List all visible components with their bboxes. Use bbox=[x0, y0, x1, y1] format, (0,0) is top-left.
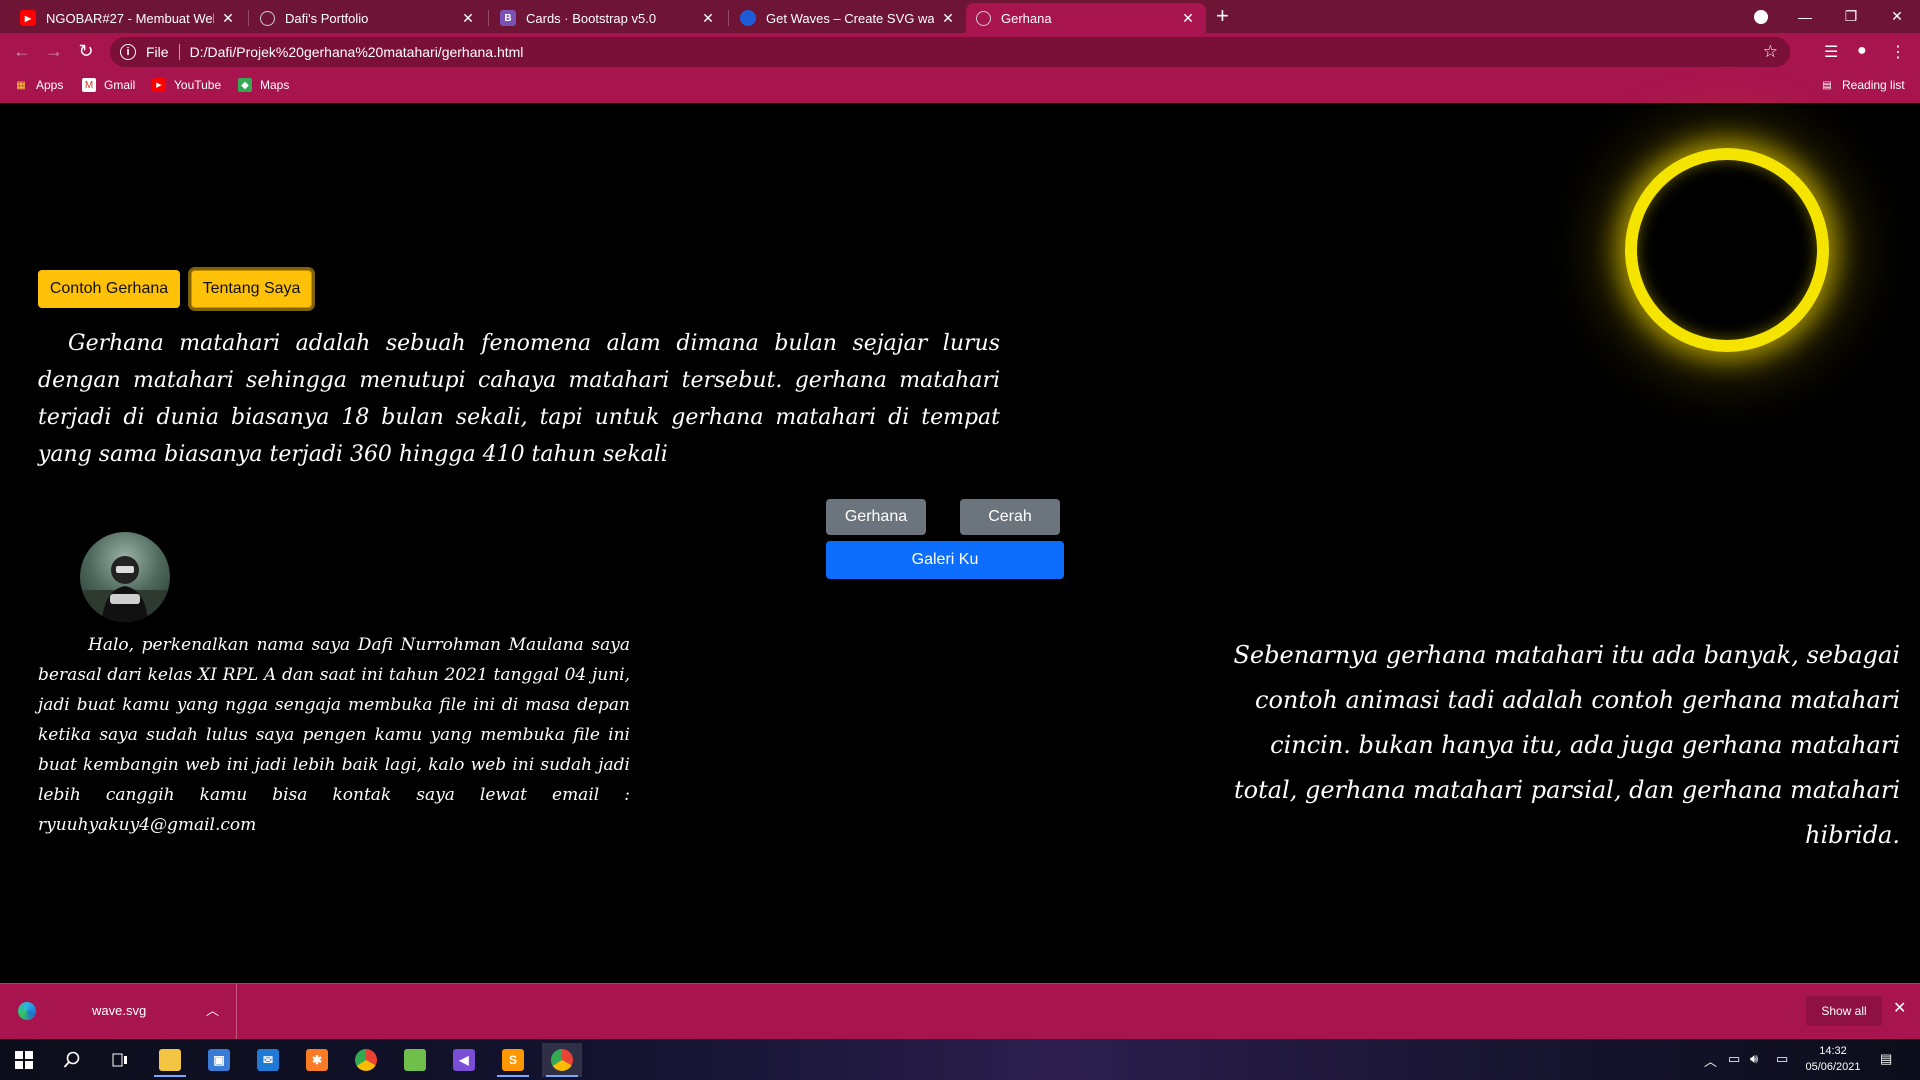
bookmark-star-icon[interactable]: ☆ bbox=[1763, 42, 1778, 62]
start-icon[interactable] bbox=[4, 1043, 44, 1077]
volume-icon[interactable]: 🔊︎ bbox=[1750, 1051, 1758, 1067]
close-icon[interactable]: ✕ bbox=[460, 10, 476, 27]
tab-divider bbox=[248, 10, 249, 26]
clock-time: 14:32 bbox=[1819, 1045, 1847, 1057]
tab-bootstrap-cards[interactable]: B Cards · Bootstrap v5.0 ✕ bbox=[490, 3, 726, 33]
close-window-icon[interactable]: ✕ bbox=[1874, 0, 1920, 33]
tray-chevron-icon[interactable]: ︿ bbox=[1704, 1051, 1717, 1070]
mail-icon[interactable]: ✉ bbox=[248, 1043, 288, 1077]
reading-list-label: Reading list bbox=[1842, 78, 1905, 92]
show-all-button[interactable]: Show all bbox=[1806, 996, 1882, 1026]
tab-title: NGOBAR#27 - Membuat Website bbox=[46, 10, 214, 26]
gerhana-button[interactable]: Gerhana bbox=[826, 499, 926, 535]
xampp-icon[interactable]: ✱ bbox=[297, 1043, 337, 1077]
minimize-icon[interactable]: — bbox=[1782, 0, 1828, 33]
download-shelf: wave.svg ︿ Show all ✕ bbox=[0, 983, 1920, 1039]
avatar bbox=[80, 532, 170, 622]
info-icon[interactable]: i bbox=[120, 44, 136, 60]
waves-icon bbox=[740, 10, 756, 26]
store-icon[interactable]: ▣ bbox=[199, 1043, 239, 1077]
close-icon[interactable]: ✕ bbox=[1180, 10, 1196, 27]
download-item[interactable]: wave.svg ︿ bbox=[0, 984, 237, 1039]
reading-mode-icon[interactable]: ☰ bbox=[1824, 42, 1838, 62]
toolbar: ← → ↻ i File D:/Dafi/Projek%20gerhana%20… bbox=[0, 33, 1920, 71]
maps-icon: ◆ bbox=[238, 78, 252, 92]
tab-title: Dafi's Portfolio bbox=[285, 10, 369, 26]
youtube-icon: ▶ bbox=[152, 78, 166, 92]
reading-list-icon: ▤ bbox=[1822, 79, 1832, 91]
bookmark-label: Gmail bbox=[104, 78, 136, 92]
bookmark-apps[interactable]: ▦ Apps bbox=[14, 78, 63, 92]
tab-strip: ▶ NGOBAR#27 - Membuat Website ✕ Dafi's P… bbox=[0, 0, 1920, 33]
network-icon[interactable]: ▭ bbox=[1776, 1051, 1788, 1067]
eclipse-description: Gerhana matahari adalah sebuah fenomena … bbox=[38, 331, 1000, 467]
bookmark-gmail[interactable]: M Gmail bbox=[82, 78, 135, 92]
tab-ngobar[interactable]: ▶ NGOBAR#27 - Membuat Website ✕ bbox=[10, 3, 246, 33]
eclipse-types-text: Sebenarnya gerhana matahari itu ada bany… bbox=[1233, 641, 1900, 849]
back-icon[interactable]: ← bbox=[10, 41, 34, 62]
task-view-icon[interactable] bbox=[100, 1043, 140, 1077]
system-clock[interactable]: 14:32 05/06/2021 bbox=[1798, 1043, 1868, 1075]
bookmark-maps[interactable]: ◆ Maps bbox=[238, 78, 289, 92]
download-filename: wave.svg bbox=[92, 1003, 147, 1018]
reading-list[interactable]: ▤ Reading list bbox=[1820, 78, 1905, 92]
tab-get-waves[interactable]: Get Waves – Create SVG waves fo ✕ bbox=[730, 3, 966, 33]
windows-taskbar: ▣ ✉ ✱ ◀ S ︿ ▭ 🔊︎ ▭ 14:32 05/06/2021 ▤ bbox=[0, 1039, 1920, 1080]
close-icon[interactable]: ✕ bbox=[940, 10, 956, 27]
tab-title: Gerhana bbox=[1001, 10, 1052, 26]
bookmark-label: Apps bbox=[36, 78, 64, 92]
account-icon[interactable]: ● bbox=[1857, 42, 1867, 60]
forward-icon[interactable]: → bbox=[42, 41, 66, 62]
profile-menu-icon[interactable] bbox=[1738, 0, 1784, 33]
reload-icon[interactable]: ↻ bbox=[74, 41, 98, 62]
new-tab-icon[interactable]: + bbox=[1216, 5, 1229, 27]
visual-studio-icon[interactable]: ◀ bbox=[444, 1043, 484, 1077]
globe-icon bbox=[976, 10, 991, 26]
chevron-up-icon[interactable]: ︿ bbox=[206, 1000, 219, 1019]
bookmark-label: Maps bbox=[260, 78, 290, 92]
person-photo-icon bbox=[80, 556, 170, 622]
address-bar[interactable]: i File D:/Dafi/Projek%20gerhana%20mataha… bbox=[110, 37, 1790, 67]
close-icon[interactable]: ✕ bbox=[700, 10, 716, 27]
tab-divider bbox=[728, 10, 729, 26]
tentang-saya-button[interactable]: Tentang Saya bbox=[191, 270, 312, 308]
chrome-profile-icon[interactable] bbox=[542, 1043, 582, 1077]
file-explorer-icon[interactable] bbox=[150, 1043, 190, 1077]
more-menu-icon[interactable]: ⋮ bbox=[1890, 42, 1906, 62]
close-icon[interactable]: ✕ bbox=[220, 10, 236, 27]
chrome-icon[interactable] bbox=[346, 1043, 386, 1077]
galeri-ku-button[interactable]: Galeri Ku bbox=[826, 541, 1064, 579]
notifications-icon[interactable]: ▤ bbox=[1880, 1051, 1892, 1067]
youtube-icon: ▶ bbox=[20, 10, 36, 26]
close-icon[interactable]: ✕ bbox=[1893, 998, 1906, 1018]
globe-icon bbox=[260, 10, 275, 26]
bootstrap-icon: B bbox=[500, 10, 516, 26]
clock-date: 05/06/2021 bbox=[1805, 1061, 1861, 1073]
bookmark-label: YouTube bbox=[174, 78, 222, 92]
contoh-gerhana-button[interactable]: Contoh Gerhana bbox=[38, 270, 180, 308]
page-content: Contoh Gerhana Tentang Saya Gerhana mata… bbox=[0, 103, 1920, 983]
tab-title: Cards · Bootstrap v5.0 bbox=[526, 10, 657, 26]
tab-gerhana[interactable]: Gerhana ✕ bbox=[966, 3, 1206, 33]
divider bbox=[178, 44, 180, 60]
eclipse-sun-animation bbox=[1625, 148, 1829, 352]
bookmarks-bar: ▦ Apps M Gmail ▶ YouTube ◆ Maps ▤ Readin… bbox=[0, 71, 1920, 103]
tab-portfolio[interactable]: Dafi's Portfolio ✕ bbox=[250, 3, 486, 33]
url-scheme: File bbox=[146, 44, 169, 60]
bookmark-youtube[interactable]: ▶ YouTube bbox=[152, 78, 221, 92]
gmail-icon: M bbox=[82, 78, 96, 92]
cerah-button[interactable]: Cerah bbox=[960, 499, 1060, 535]
restore-icon[interactable]: ❐ bbox=[1828, 0, 1874, 33]
sublime-icon[interactable]: S bbox=[493, 1043, 533, 1077]
url-text[interactable]: D:/Dafi/Projek%20gerhana%20matahari/gerh… bbox=[190, 44, 524, 60]
app-icon[interactable] bbox=[395, 1043, 435, 1077]
device-icon[interactable]: ▭ bbox=[1728, 1051, 1740, 1067]
tab-divider bbox=[488, 10, 489, 26]
tab-title: Get Waves – Create SVG waves fo bbox=[766, 10, 934, 26]
apps-grid-icon: ▦ bbox=[16, 79, 26, 91]
about-me-text: Halo, perkenalkan nama saya Dafi Nurrohm… bbox=[38, 635, 630, 835]
edge-file-icon bbox=[18, 1002, 36, 1020]
search-icon[interactable] bbox=[52, 1043, 92, 1077]
